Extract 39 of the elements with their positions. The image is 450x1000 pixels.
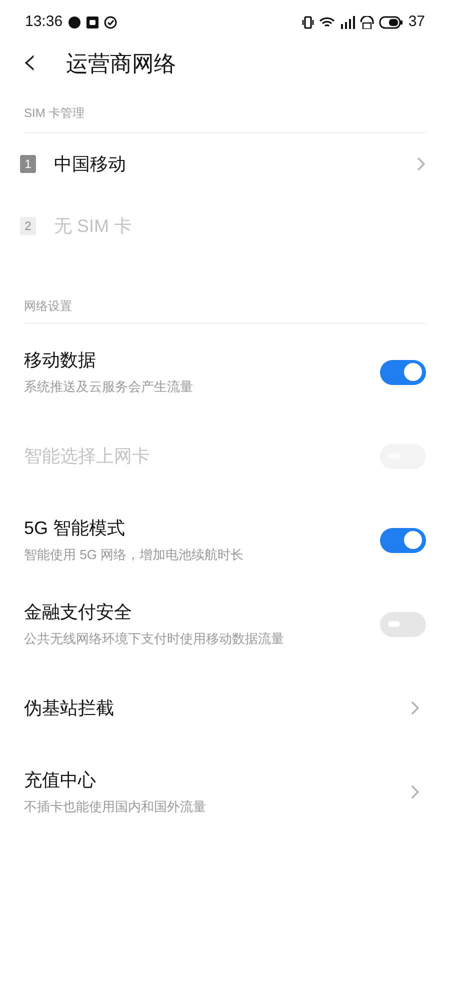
- section-header: SIM 卡管理: [24, 104, 426, 133]
- setting-title: 伪基站拦截: [24, 696, 115, 720]
- battery-level: 37: [408, 12, 425, 32]
- toggle-switch[interactable]: [380, 360, 426, 384]
- setting-title: 5G 智能模式: [24, 517, 126, 540]
- chevron-right-icon: [416, 156, 426, 172]
- check-circle-icon: [104, 16, 117, 28]
- sim-card-name: 中国移动: [54, 152, 127, 176]
- sim-card-name: 无 SIM 卡: [54, 214, 134, 238]
- sim-card-row[interactable]: 1 中国移动: [0, 133, 450, 195]
- setting-description: 系统推送及云服务会产生流量: [24, 378, 194, 396]
- setting-title: 移动数据: [24, 349, 97, 372]
- toggle-switch[interactable]: [380, 612, 426, 636]
- notification-dot-icon: [68, 16, 81, 28]
- setting-description: 不插卡也能使用国内和国外流量: [24, 798, 207, 816]
- settings-row[interactable]: 伪基站拦截: [0, 666, 450, 750]
- setting-title: 充值中心: [24, 769, 97, 792]
- setting-description: 智能使用 5G 网络，增加电池续航时长: [24, 546, 245, 564]
- chevron-right-icon: [410, 784, 420, 800]
- battery-icon: [379, 16, 404, 28]
- sim-slot-badge: 2: [20, 217, 36, 235]
- setting-description: 公共无线网络环境下支付时使用移动数据流量: [24, 630, 285, 648]
- page-title: 运营商网络: [66, 50, 176, 78]
- wifi-icon: [319, 16, 336, 28]
- notification-square-icon: [86, 16, 99, 28]
- vibrate-icon: [302, 16, 314, 28]
- settings-row[interactable]: 金融支付安全 公共无线网络环境下支付时使用移动数据流量: [0, 582, 450, 666]
- settings-row[interactable]: 充值中心 不插卡也能使用国内和国外流量: [0, 750, 450, 834]
- back-button[interactable]: ‹: [22, 42, 66, 80]
- toggle-switch[interactable]: [380, 528, 426, 552]
- section-header: 网络设置: [24, 297, 426, 324]
- chevron-right-icon: [410, 700, 420, 716]
- setting-title: 金融支付安全: [24, 601, 133, 624]
- status-time: 13:36: [25, 12, 63, 32]
- settings-row[interactable]: 移动数据 系统推送及云服务会产生流量: [0, 330, 450, 414]
- signal-icon: [340, 16, 356, 28]
- setting-title: 智能选择上网卡: [24, 444, 151, 468]
- sim-slot-badge: 1: [20, 155, 36, 173]
- settings-row[interactable]: 5G 智能模式 智能使用 5G 网络，增加电池续航时长: [0, 498, 450, 582]
